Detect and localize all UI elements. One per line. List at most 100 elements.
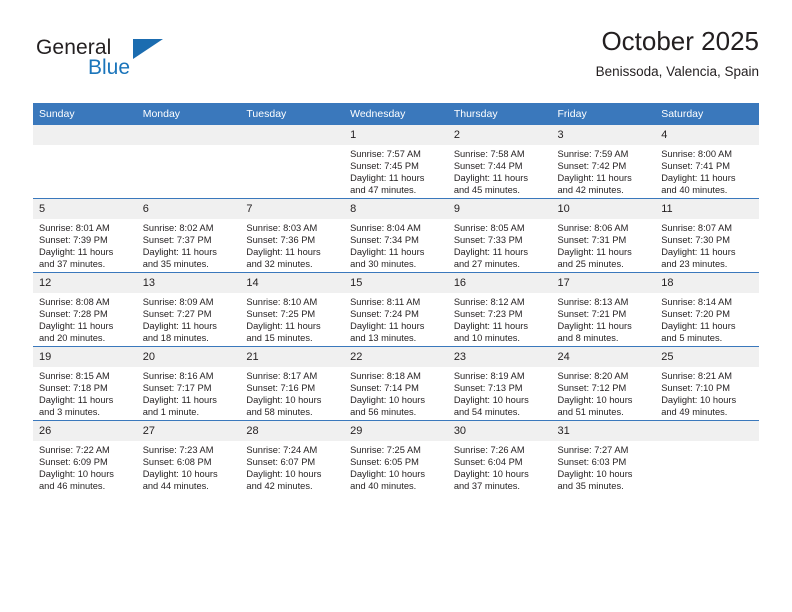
day-detail-line: Sunset: 7:17 PM bbox=[142, 383, 212, 394]
calendar-body: 1 Sunrise: 7:57 AM Sunset: 7:45 PM Daylight… bbox=[33, 125, 759, 494]
day-number: 4 bbox=[655, 125, 759, 145]
calendar-day-cell[interactable]: 30 Sunrise: 7:26 AM Sunset: 6:04 PM Dayligh… bbox=[447, 420, 552, 494]
calendar-day-cell[interactable]: 1 Sunrise: 7:57 AM Sunset: 7:45 PM Daylight… bbox=[344, 125, 448, 199]
day-detail-line: and 54 minutes. bbox=[453, 407, 520, 418]
day-detail-line: Sunrise: 8:02 AM bbox=[142, 223, 214, 233]
day-detail-line: Sunset: 7:34 PM bbox=[350, 235, 419, 246]
calendar-day-cell[interactable]: 8 Sunrise: 8:04 AM Sunset: 7:34 PM Daylight… bbox=[344, 198, 448, 273]
day-detail-line: and 23 minutes. bbox=[661, 259, 728, 270]
day-detail-line: and 3 minutes. bbox=[39, 407, 100, 418]
day-detail-line: and 35 minutes. bbox=[142, 259, 209, 270]
calendar-day-cell[interactable]: 3 Sunrise: 7:59 AM Sunset: 7:42 PM Daylight… bbox=[551, 125, 656, 199]
weekday-header-saturday: Saturday bbox=[655, 103, 759, 125]
calendar-day-cell[interactable]: 10 Sunrise: 8:06 AM Sunset: 7:31 PM Dayligh… bbox=[551, 198, 656, 273]
calendar-day-cell[interactable]: 28 Sunrise: 7:24 AM Sunset: 6:07 PM Dayligh… bbox=[240, 420, 345, 494]
calendar-day-cell[interactable]: 29 Sunrise: 7:25 AM Sunset: 6:05 PM Dayligh… bbox=[344, 420, 448, 494]
day-detail-line: Daylight: 10 hours bbox=[557, 395, 633, 406]
calendar-day-cell[interactable]: 24 Sunrise: 8:20 AM Sunset: 7:12 PM Dayligh… bbox=[551, 346, 656, 421]
day-detail-line: and 42 minutes. bbox=[557, 185, 624, 196]
calendar-day-cell[interactable]: 4 Sunrise: 8:00 AM Sunset: 7:41 PM Daylight… bbox=[655, 125, 759, 199]
weekday-header-thursday: Thursday bbox=[447, 103, 552, 125]
day-detail-line: Daylight: 11 hours bbox=[246, 321, 321, 332]
day-detail-line: Daylight: 10 hours bbox=[142, 469, 218, 480]
day-detail-line: Sunrise: 8:15 AM bbox=[39, 371, 110, 381]
calendar-day-cell[interactable]: 25 Sunrise: 8:21 AM Sunset: 7:10 PM Dayligh… bbox=[655, 346, 759, 421]
day-detail-line: and 58 minutes. bbox=[246, 407, 313, 418]
day-detail-line: Daylight: 10 hours bbox=[350, 469, 426, 480]
day-number: 21 bbox=[240, 347, 345, 367]
calendar-day-cell[interactable]: 22 Sunrise: 8:18 AM Sunset: 7:14 PM Dayligh… bbox=[344, 346, 448, 421]
weekday-header-wednesday: Wednesday bbox=[344, 103, 448, 125]
calendar-day-cell[interactable]: 11 Sunrise: 8:07 AM Sunset: 7:30 PM Dayligh… bbox=[655, 198, 759, 273]
day-detail-line: Daylight: 11 hours bbox=[142, 247, 217, 258]
calendar-day-cell[interactable]: 23 Sunrise: 8:19 AM Sunset: 7:13 PM Dayligh… bbox=[447, 346, 552, 421]
day-number: 8 bbox=[344, 199, 448, 219]
day-detail-line: and 44 minutes. bbox=[142, 481, 209, 492]
day-details: Sunrise: 8:03 AM Sunset: 7:36 PM Daylight:… bbox=[240, 219, 344, 270]
day-detail-line: Sunrise: 8:14 AM bbox=[661, 297, 733, 307]
calendar-week-row: 5 Sunrise: 8:01 AM Sunset: 7:39 PM Daylight… bbox=[33, 198, 759, 273]
day-detail-line: and 56 minutes. bbox=[350, 407, 417, 418]
calendar-day-cell[interactable]: 21 Sunrise: 8:17 AM Sunset: 7:16 PM Dayligh… bbox=[240, 346, 345, 421]
day-number: 13 bbox=[136, 273, 241, 293]
day-detail-line: Sunrise: 8:07 AM bbox=[661, 223, 733, 233]
day-detail-line: Sunset: 7:23 PM bbox=[453, 309, 523, 320]
day-detail-line: and 30 minutes. bbox=[350, 259, 417, 270]
calendar-day-cell[interactable]: 5 Sunrise: 8:01 AM Sunset: 7:39 PM Daylight… bbox=[33, 198, 137, 273]
logo-triangle-icon bbox=[133, 39, 163, 59]
day-detail-line: Daylight: 11 hours bbox=[557, 173, 632, 184]
day-detail-line: Daylight: 11 hours bbox=[246, 247, 321, 258]
day-details: Sunrise: 8:15 AM Sunset: 7:18 PM Daylight:… bbox=[33, 367, 137, 418]
calendar-day-cell[interactable]: 12 Sunrise: 8:08 AM Sunset: 7:28 PM Dayligh… bbox=[33, 272, 137, 347]
calendar-day-cell[interactable]: 27 Sunrise: 7:23 AM Sunset: 6:08 PM Dayligh… bbox=[136, 420, 241, 494]
day-detail-line: Sunset: 7:37 PM bbox=[142, 235, 212, 246]
weekday-header-monday: Monday bbox=[136, 103, 241, 125]
day-detail-line: Daylight: 11 hours bbox=[661, 247, 736, 258]
day-detail-line: Sunset: 7:10 PM bbox=[661, 383, 730, 394]
day-details: Sunrise: 8:17 AM Sunset: 7:16 PM Daylight:… bbox=[240, 367, 344, 418]
day-number bbox=[240, 125, 345, 145]
day-detail-line: Sunset: 6:08 PM bbox=[142, 457, 212, 468]
day-detail-line: Sunset: 7:39 PM bbox=[39, 235, 108, 246]
day-detail-line: Daylight: 11 hours bbox=[39, 247, 114, 258]
day-details: Sunrise: 8:00 AM Sunset: 7:41 PM Daylight:… bbox=[655, 145, 759, 196]
day-details: Sunrise: 7:58 AM Sunset: 7:44 PM Daylight:… bbox=[448, 145, 552, 196]
calendar-day-cell[interactable]: 16 Sunrise: 8:12 AM Sunset: 7:23 PM Dayligh… bbox=[447, 272, 552, 347]
day-detail-line: and 1 minute. bbox=[142, 407, 200, 418]
day-detail-line: Sunrise: 8:19 AM bbox=[453, 371, 525, 381]
day-detail-line: Daylight: 10 hours bbox=[453, 395, 529, 406]
calendar-week-row: 26 Sunrise: 7:22 AM Sunset: 6:09 PM Dayligh… bbox=[33, 420, 759, 494]
calendar-day-cell[interactable]: 14 Sunrise: 8:10 AM Sunset: 7:25 PM Dayligh… bbox=[240, 272, 345, 347]
calendar-day-cell[interactable]: 13 Sunrise: 8:09 AM Sunset: 7:27 PM Dayligh… bbox=[136, 272, 241, 347]
day-number: 18 bbox=[655, 273, 759, 293]
day-details: Sunrise: 7:25 AM Sunset: 6:05 PM Daylight:… bbox=[344, 441, 448, 492]
day-detail-line: Sunset: 6:05 PM bbox=[350, 457, 419, 468]
calendar-day-cell[interactable]: 6 Sunrise: 8:02 AM Sunset: 7:37 PM Daylight… bbox=[136, 198, 241, 273]
calendar-day-cell[interactable]: 15 Sunrise: 8:11 AM Sunset: 7:24 PM Dayligh… bbox=[344, 272, 448, 347]
day-number: 30 bbox=[447, 421, 552, 441]
calendar-day-cell[interactable]: 26 Sunrise: 7:22 AM Sunset: 6:09 PM Dayligh… bbox=[33, 420, 137, 494]
calendar-day-cell[interactable]: 19 Sunrise: 8:15 AM Sunset: 7:18 PM Dayligh… bbox=[33, 346, 137, 421]
calendar-day-cell[interactable]: 17 Sunrise: 8:13 AM Sunset: 7:21 PM Dayligh… bbox=[551, 272, 656, 347]
weekday-header-friday: Friday bbox=[551, 103, 656, 125]
title-block: October 2025 Benissoda, Valencia, Spain bbox=[596, 24, 759, 82]
calendar-day-cell-empty bbox=[240, 125, 345, 199]
day-detail-line: Sunset: 7:18 PM bbox=[39, 383, 108, 394]
day-detail-line: Sunrise: 8:11 AM bbox=[350, 297, 421, 307]
calendar-day-cell[interactable]: 7 Sunrise: 8:03 AM Sunset: 7:36 PM Daylight… bbox=[240, 198, 345, 273]
day-number: 5 bbox=[33, 199, 137, 219]
calendar-day-cell[interactable]: 31 Sunrise: 7:27 AM Sunset: 6:03 PM Dayligh… bbox=[551, 420, 656, 494]
day-detail-line: Daylight: 11 hours bbox=[350, 321, 425, 332]
day-detail-line: Sunrise: 7:58 AM bbox=[453, 149, 525, 159]
calendar-day-cell[interactable]: 18 Sunrise: 8:14 AM Sunset: 7:20 PM Dayligh… bbox=[655, 272, 759, 347]
day-detail-line: Daylight: 11 hours bbox=[453, 173, 529, 184]
calendar-page: General Blue October 2025 Benissoda, Val… bbox=[0, 0, 792, 612]
calendar-day-cell[interactable]: 20 Sunrise: 8:16 AM Sunset: 7:17 PM Dayligh… bbox=[136, 346, 241, 421]
calendar-day-cell[interactable]: 2 Sunrise: 7:58 AM Sunset: 7:44 PM Daylight… bbox=[447, 125, 552, 199]
day-detail-line: Sunrise: 8:18 AM bbox=[350, 371, 421, 381]
day-detail-line: Sunset: 6:04 PM bbox=[453, 457, 523, 468]
calendar-week-row: 1 Sunrise: 7:57 AM Sunset: 7:45 PM Daylight… bbox=[33, 125, 759, 199]
day-details: Sunrise: 8:12 AM Sunset: 7:23 PM Daylight:… bbox=[448, 293, 552, 344]
calendar-day-cell[interactable]: 9 Sunrise: 8:05 AM Sunset: 7:33 PM Daylight… bbox=[447, 198, 552, 273]
day-detail-line: and 13 minutes. bbox=[350, 333, 417, 344]
